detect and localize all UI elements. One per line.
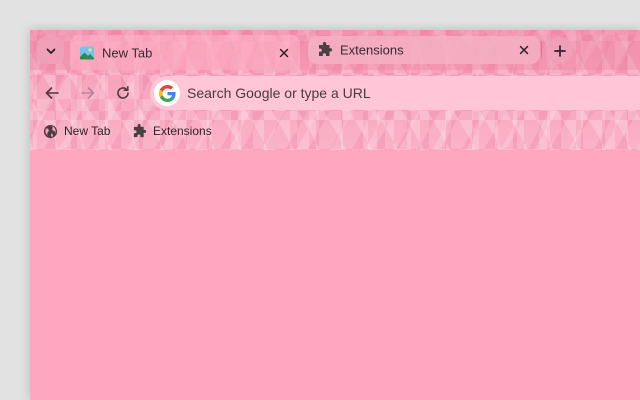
arrow-left-icon [45, 87, 59, 99]
google-logo-icon [154, 80, 180, 106]
tab-separator [541, 42, 542, 58]
bookmark-label: Extensions [153, 124, 212, 138]
globe-icon [42, 123, 58, 139]
forward-button[interactable] [75, 80, 101, 106]
browser-window: New Tab Extensions Search Google or type… [30, 30, 640, 400]
tab-extensions[interactable]: Extensions [308, 36, 540, 64]
puzzle-icon [131, 123, 147, 139]
tab-title: Extensions [340, 42, 404, 58]
puzzle-icon [319, 42, 333, 56]
plus-icon [553, 44, 566, 57]
image-favicon-icon [80, 46, 94, 59]
tab-new-tab[interactable]: New Tab [70, 35, 300, 70]
close-tab-button[interactable] [516, 42, 532, 58]
close-icon [279, 48, 289, 57]
arrow-right-icon [81, 87, 95, 99]
reload-icon [117, 86, 129, 99]
page-content [30, 150, 640, 400]
new-tab-button[interactable] [546, 37, 573, 64]
close-tab-button[interactable] [276, 45, 292, 61]
back-button[interactable] [39, 80, 65, 106]
tab-title: New Tab [102, 45, 153, 60]
close-icon [519, 45, 529, 55]
bookmark-new-tab[interactable]: New Tab [42, 121, 110, 141]
bookmark-label: New Tab [64, 124, 111, 138]
bookmark-extensions[interactable]: Extensions [131, 121, 212, 141]
chevron-down-icon [46, 48, 55, 54]
tab-search-button[interactable] [37, 37, 64, 64]
reload-button[interactable] [110, 80, 136, 106]
omnibox[interactable] [150, 76, 640, 110]
omnibox-input[interactable] [187, 76, 627, 110]
